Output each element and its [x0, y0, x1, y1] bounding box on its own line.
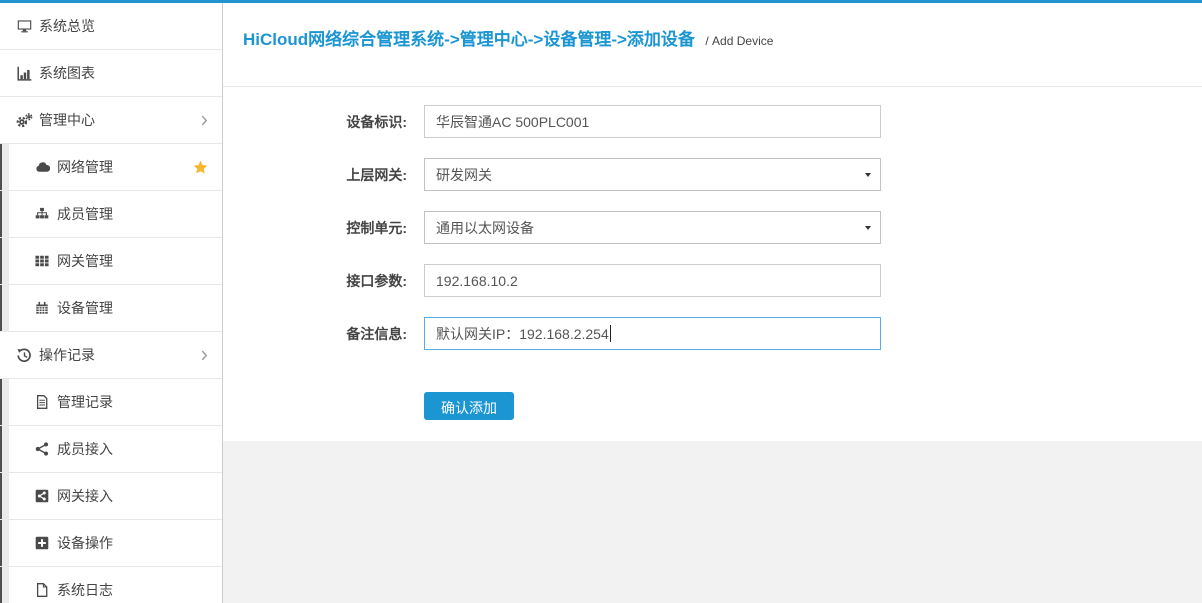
dropdown-caret-icon — [865, 173, 871, 177]
sidebar-item-management-center[interactable]: 管理中心 — [0, 97, 222, 144]
sidebar-item-operation-records[interactable]: 操作记录 — [0, 332, 222, 379]
device-id-input[interactable] — [424, 105, 881, 138]
cogs-icon — [15, 113, 33, 128]
sidebar-item-label: 设备管理 — [57, 298, 113, 318]
page-header: HiCloud网络综合管理系统->管理中心->设备管理->添加设备 / Add … — [223, 3, 1202, 87]
form-row: 上层网关: 研发网关 — [223, 158, 1202, 191]
history-icon — [15, 348, 33, 363]
breadcrumb: HiCloud网络综合管理系统->管理中心->设备管理->添加设备 — [243, 30, 695, 49]
upper-gateway-select[interactable]: 研发网关 — [424, 158, 881, 191]
sidebar-item-label: 管理中心 — [39, 110, 95, 130]
desktop-icon — [15, 19, 33, 34]
sidebar-item-member-access[interactable]: 成员接入 — [9, 426, 222, 473]
sidebar-item-label: 网关管理 — [57, 251, 113, 271]
add-device-form: 设备标识: 上层网关: 研发网关 控制单元: 通用以太网设备 接口参数: — [223, 87, 1202, 441]
share-square-icon — [33, 489, 51, 503]
dropdown-caret-icon — [865, 226, 871, 230]
sidebar-item-label: 网关接入 — [57, 486, 113, 506]
breadcrumb-suffix: / Add Device — [705, 34, 773, 48]
background-area — [223, 441, 1202, 603]
sidebar-item-label: 操作记录 — [39, 345, 95, 365]
sidebar-item-label: 系统日志 — [57, 580, 113, 600]
sidebar-item-label: 成员接入 — [57, 439, 113, 459]
selected-value: 通用以太网设备 — [436, 218, 534, 238]
sidebar-item-network-management[interactable]: 网络管理 — [9, 144, 222, 191]
bar-chart-icon — [15, 66, 33, 81]
sidebar-item-member-management[interactable]: 成员管理 — [9, 191, 222, 238]
file-text-icon — [33, 395, 51, 409]
sidebar-item-device-management[interactable]: 设备管理 — [9, 285, 222, 332]
cloud-icon — [33, 160, 51, 175]
form-row: 控制单元: 通用以太网设备 — [223, 211, 1202, 244]
sidebar-item-system-charts[interactable]: 系统图表 — [0, 50, 222, 97]
device-id-label: 设备标识: — [223, 112, 407, 132]
sidebar: 系统总览 系统图表 管理中心 网络管理 — [0, 3, 223, 603]
sitemap-icon — [33, 207, 51, 221]
calendar-icon — [33, 301, 51, 315]
sidebar-item-gateway-access[interactable]: 网关接入 — [9, 473, 222, 520]
sidebar-item-gateway-management[interactable]: 网关管理 — [9, 238, 222, 285]
grid-icon — [33, 254, 51, 268]
share-icon — [33, 442, 51, 456]
control-unit-label: 控制单元: — [223, 218, 407, 238]
interface-params-label: 接口参数: — [223, 271, 407, 291]
sidebar-item-label: 管理记录 — [57, 392, 113, 412]
star-icon[interactable] — [193, 160, 208, 175]
chevron-right-icon — [201, 350, 208, 361]
app-window: 系统总览 系统图表 管理中心 网络管理 — [0, 0, 1202, 603]
remark-input[interactable]: 默认网关IP：192.168.2.254 — [424, 317, 881, 350]
form-row: 设备标识: — [223, 105, 1202, 138]
sidebar-item-device-operations[interactable]: 设备操作 — [9, 520, 222, 567]
sidebar-item-system-logs[interactable]: 系统日志 — [9, 567, 222, 603]
sidebar-item-label: 网络管理 — [57, 157, 113, 177]
plus-square-icon — [33, 536, 51, 550]
sidebar-item-system-overview[interactable]: 系统总览 — [0, 3, 222, 50]
sidebar-item-label: 成员管理 — [57, 204, 113, 224]
interface-params-input[interactable] — [424, 264, 881, 297]
control-unit-select[interactable]: 通用以太网设备 — [424, 211, 881, 244]
form-row: 备注信息: 默认网关IP：192.168.2.254 — [223, 317, 1202, 350]
sidebar-item-label: 设备操作 — [57, 533, 113, 553]
upper-gateway-label: 上层网关: — [223, 165, 407, 185]
file-icon — [33, 583, 51, 597]
confirm-add-button[interactable]: 确认添加 — [424, 392, 514, 420]
sidebar-item-label: 系统总览 — [39, 16, 95, 36]
main-area: HiCloud网络综合管理系统->管理中心->设备管理->添加设备 / Add … — [223, 3, 1202, 603]
text-cursor — [610, 325, 611, 342]
chevron-right-icon — [201, 115, 208, 126]
sidebar-item-management-records[interactable]: 管理记录 — [9, 379, 222, 426]
operation-records-submenu: 管理记录 成员接入 网关接入 设备操作 — [0, 379, 222, 603]
selected-value: 研发网关 — [436, 165, 492, 185]
remark-label: 备注信息: — [223, 324, 407, 344]
remark-value: 默认网关IP：192.168.2.254 — [436, 324, 609, 344]
form-row: 接口参数: — [223, 264, 1202, 297]
management-center-submenu: 网络管理 成员管理 网关管理 设备管 — [0, 144, 222, 332]
sidebar-item-label: 系统图表 — [39, 63, 95, 83]
